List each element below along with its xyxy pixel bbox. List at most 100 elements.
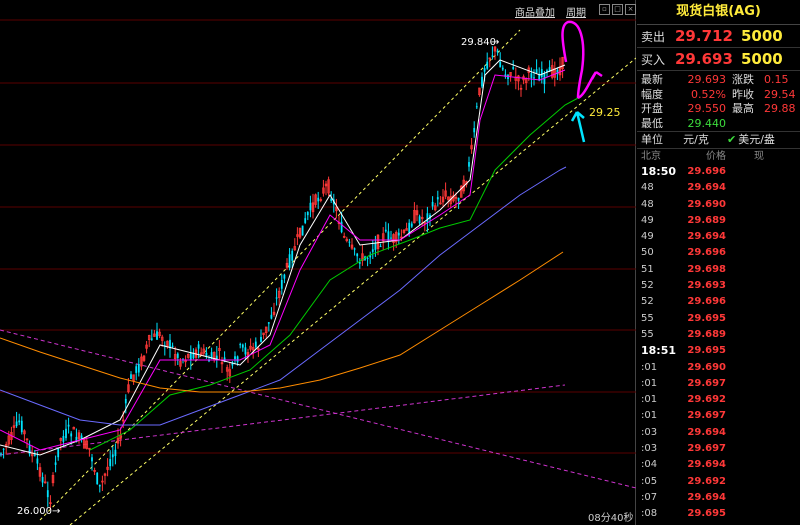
candle-body xyxy=(98,484,101,487)
candle-body xyxy=(36,458,39,464)
candle-body xyxy=(267,322,270,324)
tick-row: 50 29.696 xyxy=(637,245,800,261)
tick-time: 18:51 xyxy=(641,344,677,358)
stat-label: 幅度 xyxy=(641,87,663,101)
candle-body xyxy=(275,297,278,299)
ask-row[interactable]: 卖出 29.712 5000 xyxy=(637,25,800,48)
tick-price: 29.694 xyxy=(687,459,726,471)
tick-time: :04 xyxy=(641,459,658,471)
tick-time: 50 xyxy=(641,247,654,259)
candle-body xyxy=(270,314,273,319)
tick-time: :05 xyxy=(641,475,658,487)
tick-row: :03 29.697 xyxy=(637,441,800,457)
tick-price: 29.695 xyxy=(687,345,726,357)
col-time: 北京 xyxy=(641,151,661,162)
candle-body xyxy=(540,69,543,78)
candle-body xyxy=(150,338,153,340)
tick-list[interactable]: 18:50 29.696 48 29.694 48 29.690 49 29.689 49 29.… xyxy=(637,164,800,523)
col-price: 价格 xyxy=(706,151,726,162)
bid-row[interactable]: 买入 29.693 5000 xyxy=(637,48,800,71)
candle-body xyxy=(189,352,192,361)
kline-chart[interactable]: 商品叠加 周期 ▫ □ × 29.840 → 26.000 → 29.25 08… xyxy=(0,0,636,525)
unit-value[interactable]: 元/克 xyxy=(671,132,721,148)
tick-time: 55 xyxy=(641,312,654,324)
bid-label: 买入 xyxy=(641,52,666,67)
tick-row: 18:51 29.695 xyxy=(637,343,800,359)
tick-time: :01 xyxy=(641,410,658,422)
candle-body xyxy=(137,364,140,373)
hand-drawn-marks xyxy=(561,20,603,143)
stat-value: 29.693 xyxy=(687,73,727,86)
period-button[interactable]: 周期 xyxy=(566,4,586,19)
tick-row: :03 29.694 xyxy=(637,425,800,441)
overlay-button[interactable]: 商品叠加 xyxy=(515,4,555,19)
target-annotation: 29.25 xyxy=(589,106,621,119)
tick-row: :01 29.697 xyxy=(637,376,800,392)
restore-icon[interactable]: ▫ xyxy=(599,4,610,15)
ask-label: 卖出 xyxy=(641,29,666,44)
ma-orange-line xyxy=(0,251,564,393)
unit-check-icon: ✔ xyxy=(727,133,737,146)
ma-magenta-line xyxy=(0,69,566,451)
stat-row: 开盘 29.550 最高 29.88 xyxy=(637,102,800,117)
candle-body xyxy=(280,279,283,289)
maximize-icon[interactable]: □ xyxy=(612,4,623,15)
close-icon[interactable]: × xyxy=(625,4,636,15)
tick-row: 49 29.689 xyxy=(637,213,800,229)
tick-price: 29.695 xyxy=(687,508,726,520)
stat-row: 幅度 0.52% 昨收 29.54 xyxy=(637,88,800,103)
candle-body xyxy=(91,457,93,462)
tick-price: 29.696 xyxy=(687,166,726,177)
bid-price: 29.693 xyxy=(675,50,733,68)
unit-row: 单位 元/克 ✔ 美元/盎 xyxy=(637,132,800,149)
candle-body xyxy=(457,197,460,201)
instrument-title: 现货白银(AG) xyxy=(637,0,800,25)
candle-body xyxy=(96,472,99,485)
tick-time: :08 xyxy=(641,508,658,520)
candle-body xyxy=(171,345,174,347)
candle-body xyxy=(512,67,515,69)
candle-body xyxy=(0,453,2,455)
tick-time: 48 xyxy=(641,182,654,194)
tick-row: 55 29.689 xyxy=(637,327,800,343)
cyan-arrow-icon xyxy=(570,111,586,143)
candle-body xyxy=(197,344,200,349)
tick-time: 49 xyxy=(641,231,654,243)
candle-body xyxy=(348,241,351,243)
tick-time: 18:50 xyxy=(641,165,677,178)
candle-body xyxy=(20,420,23,433)
candle-body xyxy=(33,454,36,456)
tick-time: :01 xyxy=(641,377,658,389)
down-trend-line-1 xyxy=(0,329,636,489)
candle-body xyxy=(317,197,320,202)
candle-body xyxy=(481,76,483,87)
candle-body xyxy=(418,216,421,224)
tick-row: 48 29.690 xyxy=(637,197,800,213)
candle-body xyxy=(530,73,533,79)
candle-body xyxy=(436,197,439,200)
candle-body xyxy=(2,448,5,450)
candle-body xyxy=(356,253,359,257)
kline-chart-canvas[interactable] xyxy=(0,0,636,525)
stat-label: 最高 xyxy=(732,102,754,115)
candle-body xyxy=(486,61,489,69)
candle-body xyxy=(535,69,538,74)
tick-row: :07 29.694 xyxy=(637,490,800,506)
tick-time: :03 xyxy=(641,443,658,455)
channel-upper-line xyxy=(39,29,521,521)
candle-body xyxy=(54,462,57,465)
candle-body xyxy=(306,212,309,216)
stats-block: 最新 29.693 涨跌 0.15 幅度 0.52% 昨收 29.54 开盘 2… xyxy=(637,71,800,132)
low-price-label: 26.000 xyxy=(17,506,52,517)
candle-body xyxy=(62,435,65,442)
candle-body xyxy=(483,68,486,72)
tick-time: 48 xyxy=(641,198,654,210)
stat-label: 最低 xyxy=(641,116,663,130)
candle-body xyxy=(130,374,132,379)
unit-option[interactable]: 美元/盎 xyxy=(736,132,775,148)
tick-price: 29.692 xyxy=(687,475,726,487)
tick-price: 29.690 xyxy=(687,361,726,373)
quote-panel: 现货白银(AG) 卖出 29.712 5000 买入 29.693 5000 最… xyxy=(637,0,800,525)
tick-price: 29.694 xyxy=(687,426,726,438)
candle-body xyxy=(358,262,361,264)
